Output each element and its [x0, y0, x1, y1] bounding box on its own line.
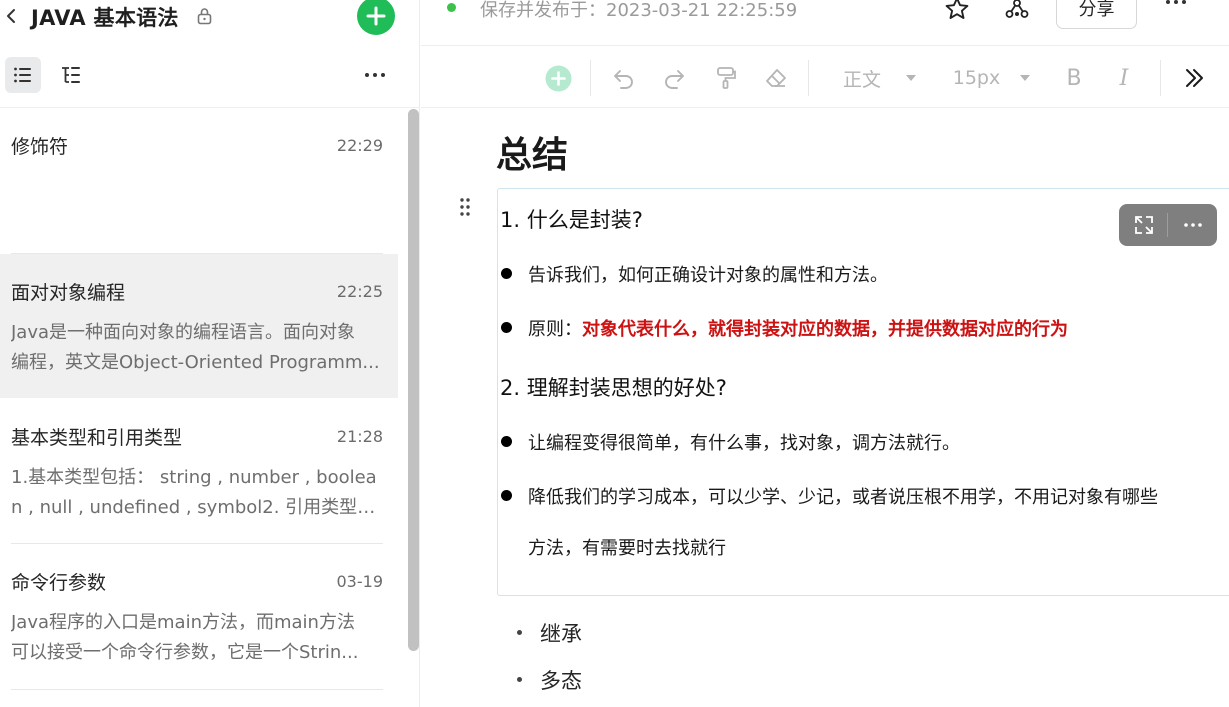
note-title: 基本类型和引用类型	[11, 427, 183, 449]
paragraph-style-select[interactable]: 正文	[839, 63, 921, 93]
note-preview-line: Java程序的入口是main方法，而main方法	[11, 612, 355, 633]
format-painter-button[interactable]	[711, 63, 741, 93]
image-text-bullet-continuation: 方法，有需要时去找就行	[528, 538, 726, 559]
image-text-bullet: 原则：对象代表什么，就得封装对应的数据，并提供数据对应的行为	[528, 315, 1068, 341]
image-bullet-dot	[501, 490, 512, 501]
list-view-button[interactable]	[5, 57, 41, 93]
lock-icon	[197, 8, 212, 25]
more-horizontal-icon[interactable]	[1163, 0, 1189, 14]
more-horizontal-icon	[1183, 223, 1202, 227]
note-preview-line: Java是一种面向对象的编程语言。面向对象	[11, 322, 356, 343]
drag-handle-icon[interactable]	[457, 196, 473, 218]
undo-button[interactable]	[609, 63, 639, 93]
image-text-bullet: 降低我们的学习成本，可以少学、少记，或者说压根不用学，不用记对象有哪些	[528, 487, 1158, 508]
note-preview: Java是一种面向对象的编程语言。面向对象 编程，英文是Object-Orien…	[11, 318, 383, 378]
star-icon[interactable]	[944, 0, 970, 22]
image-bullet-dot	[501, 268, 512, 279]
document-body[interactable]: 总结 1. 什么是封装? 告诉我们，如何正确设计对象的属性和方法。 原则：对象代…	[421, 108, 1229, 707]
save-status-text: 保存并发布于：2023-03-21 22:25:59	[480, 0, 798, 21]
note-title: 修饰符	[11, 136, 69, 158]
note-time: 22:29	[336, 136, 383, 155]
sidebar-header: JAVA 基本语法	[0, 0, 420, 38]
toolbar-separator	[1160, 60, 1161, 96]
plus-icon	[366, 6, 386, 26]
note-list-item[interactable]: 命令行参数 03-19 Java程序的入口是main方法，而main方法 可以接…	[0, 544, 398, 689]
note-separator	[11, 689, 383, 690]
eraser-icon	[766, 69, 786, 87]
image-text-emphasis: 对象代表什么，就得封装对应的数据，并提供数据对应的行为	[582, 319, 1068, 340]
back-chevron-icon[interactable]	[4, 6, 18, 26]
image-hover-toolbar	[1119, 204, 1217, 246]
bold-icon: B	[1066, 65, 1082, 91]
more-tools-button[interactable]	[1179, 63, 1209, 93]
note-time: 22:25	[336, 282, 383, 301]
list-view-icon	[14, 67, 31, 83]
italic-icon: I	[1119, 65, 1129, 91]
bold-button[interactable]: B	[1061, 63, 1087, 93]
undo-icon	[614, 70, 633, 89]
toolbar-separator	[808, 60, 809, 96]
share-button[interactable]: 分享	[1056, 0, 1137, 29]
bullet-text: 继承	[540, 622, 582, 646]
expand-image-button[interactable]	[1119, 204, 1168, 246]
note-preview-line: 编程，英文是Object-Oriented Programm...	[11, 352, 380, 373]
note-list: 修饰符 22:29 面对对象编程 22:25 Java是一种面向对象的编程语言。…	[0, 108, 405, 707]
image-text-bullet: 告诉我们，如何正确设计对象的属性和方法。	[528, 265, 888, 286]
more-horizontal-icon	[365, 73, 385, 77]
image-bullet-dot	[501, 436, 512, 447]
notebook-title: JAVA 基本语法	[31, 6, 179, 30]
toolbar-separator	[590, 60, 591, 96]
italic-button[interactable]: I	[1111, 63, 1137, 93]
image-text-question-1: 1. 什么是封装?	[500, 208, 643, 232]
format-painter-icon	[717, 67, 736, 89]
image-bullet-dot	[501, 322, 512, 333]
sidebar-view-toolbar	[0, 52, 420, 100]
note-list-item-active[interactable]: 面对对象编程 22:25 Java是一种面向对象的编程语言。面向对象 编程，英文…	[0, 254, 398, 398]
tree-view-button[interactable]	[53, 57, 89, 93]
note-preview: 1.基本类型包括： string , number , boolea n , n…	[11, 463, 383, 523]
note-preview: Java程序的入口是main方法，而main方法 可以接受一个命令行参数，它是一…	[11, 608, 383, 668]
note-preview-line: 1.基本类型包括： string , number , boolea	[11, 467, 377, 488]
mind-map-icon[interactable]	[1004, 0, 1030, 22]
double-chevron-right-icon	[1186, 69, 1203, 87]
note-sidebar: JAVA 基本语法 修饰符 22:29 面对对象编程 22:25 Java是一种…	[0, 0, 420, 707]
note-title: 面对对象编程	[11, 282, 126, 304]
font-size-value: 15px	[952, 67, 1001, 89]
note-title: 命令行参数	[11, 572, 107, 594]
sidebar-more-button[interactable]	[358, 57, 392, 93]
note-preview-line: n , null , undefined , symbol2. 引用类型包...	[11, 497, 383, 518]
caret-down-icon	[906, 75, 916, 81]
sync-status-dot	[447, 3, 456, 12]
bullet-text: 多态	[540, 669, 582, 693]
note-list-item[interactable]: 修饰符 22:29	[0, 108, 398, 254]
section-heading[interactable]: 总结	[496, 126, 568, 178]
embedded-image[interactable]: 1. 什么是封装? 告诉我们，如何正确设计对象的属性和方法。 原则：对象代表什么…	[497, 188, 1229, 596]
note-time: 03-19	[336, 572, 384, 591]
bullet-list-item[interactable]: 多态	[517, 665, 582, 695]
image-more-button[interactable]	[1168, 204, 1217, 246]
clear-format-button[interactable]	[761, 63, 791, 93]
caret-down-icon	[1020, 75, 1031, 81]
redo-icon	[665, 70, 684, 89]
insert-button[interactable]	[543, 63, 573, 93]
editor-toolbar: 正文 15px B I	[421, 47, 1229, 108]
font-size-select[interactable]: 15px	[952, 63, 1032, 93]
image-text-prefix: 原则：	[528, 319, 582, 340]
note-app: JAVA 基本语法 修饰符 22:29 面对对象编程 22:25 Java是一种…	[0, 0, 1229, 707]
note-list-scrollbar-thumb[interactable]	[408, 109, 419, 651]
note-time: 21:28	[336, 427, 383, 446]
expand-icon	[1134, 216, 1153, 234]
note-list-item[interactable]: 基本类型和引用类型 21:28 1.基本类型包括： string , numbe…	[0, 398, 398, 543]
image-text-question-2: 2. 理解封装思想的好处?	[500, 376, 727, 400]
note-preview-line: 可以接受一个命令行参数，它是一个Strin...	[11, 642, 359, 663]
add-circle-icon	[545, 65, 571, 91]
document-header: 保存并发布于：2023-03-21 22:25:59 分享	[421, 0, 1229, 46]
tree-view-icon	[62, 67, 80, 83]
redo-button[interactable]	[659, 63, 689, 93]
new-note-button[interactable]	[357, 0, 395, 35]
bullet-list-item[interactable]: 继承	[517, 618, 582, 648]
paragraph-style-value: 正文	[842, 68, 881, 91]
image-text-bullet: 让编程变得很简单，有什么事，找对象，调方法就行。	[528, 433, 960, 454]
